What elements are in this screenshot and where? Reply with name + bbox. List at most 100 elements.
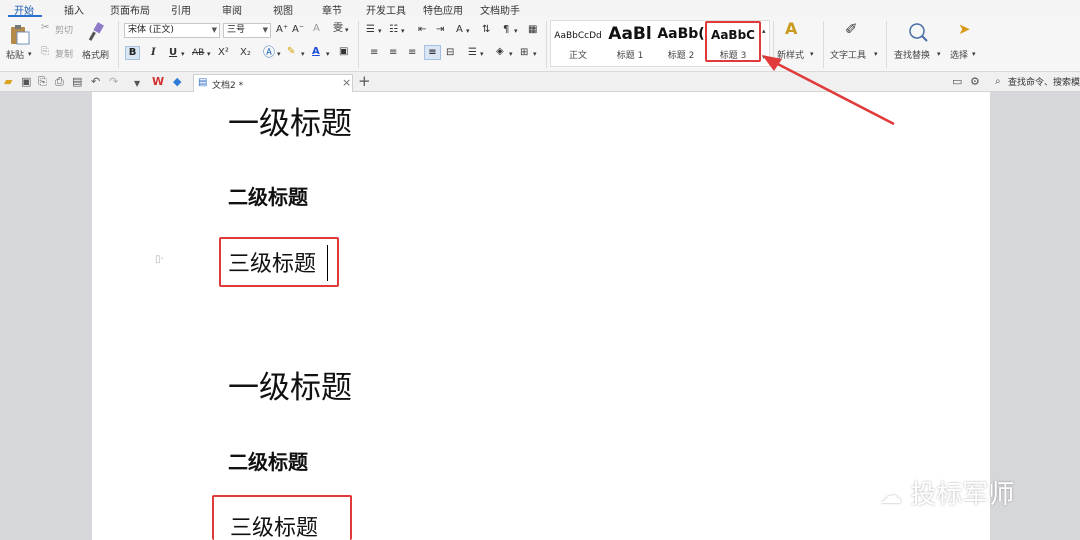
format-painter-icon[interactable]: [88, 22, 106, 42]
paste-button[interactable]: 粘贴: [6, 48, 24, 61]
chevron-down-icon[interactable]: ▾: [401, 25, 405, 37]
text-effect-icon[interactable]: Ⓐ: [263, 46, 275, 58]
sort-icon[interactable]: ⇅: [482, 24, 490, 36]
chevron-down-icon[interactable]: ▾: [378, 25, 382, 37]
highlight-icon[interactable]: ✎: [287, 46, 295, 58]
chevron-down-icon[interactable]: ▾: [345, 24, 349, 36]
tab-insert[interactable]: 插入: [64, 2, 84, 17]
heading-2[interactable]: 二级标题: [228, 446, 308, 475]
tab-doc-assistant[interactable]: 文档助手: [480, 2, 520, 17]
chevron-down-icon[interactable]: ▾: [181, 48, 185, 60]
find-replace-icon[interactable]: [908, 22, 928, 42]
borders-icon[interactable]: ⊞: [520, 47, 528, 59]
print-preview-icon[interactable]: ▤: [72, 75, 82, 88]
heading-1[interactable]: 一级标题: [228, 98, 352, 143]
decrease-indent-icon[interactable]: ⇤: [418, 24, 426, 36]
underline-button[interactable]: U: [169, 47, 177, 59]
tab-review[interactable]: 审阅: [222, 2, 242, 17]
print-icon[interactable]: ⎙: [55, 75, 64, 88]
grow-font-button[interactable]: A⁺: [276, 24, 288, 36]
customize-dropdown-icon[interactable]: ▼: [134, 77, 140, 90]
new-tab-plus-icon[interactable]: +: [358, 73, 371, 90]
chinese-layout-icon[interactable]: A: [456, 24, 463, 36]
quick-access-bar: ▰ ▣ ⎘ ⎙ ▤ ↶ ↷ ▼ W ◆ ▭ ⚙ ⌕ 查找命令、搜索模板: [0, 72, 1080, 92]
increase-indent-icon[interactable]: ⇥: [436, 24, 444, 36]
style-heading-1[interactable]: AaBl 标题 1: [605, 21, 655, 65]
align-center-icon[interactable]: ≡: [389, 47, 397, 59]
chevron-down-icon[interactable]: ▾: [533, 48, 537, 60]
paste-dropdown-icon[interactable]: ▾: [28, 48, 32, 60]
subscript-button[interactable]: X₂: [240, 47, 251, 59]
copy-button[interactable]: 复制: [55, 47, 73, 60]
feedback-icon[interactable]: ▭: [952, 75, 962, 88]
heading-2[interactable]: 二级标题: [228, 181, 308, 210]
select-cursor-icon[interactable]: ➤: [958, 22, 971, 37]
shrink-font-button[interactable]: A⁻: [292, 24, 304, 36]
bold-button[interactable]: B: [125, 46, 140, 60]
chevron-down-icon[interactable]: ▾: [937, 48, 941, 60]
paragraph-marker-icon[interactable]: ▯·: [155, 254, 164, 265]
docer-icon[interactable]: ◆: [173, 75, 181, 88]
format-painter-button[interactable]: 格式刷: [82, 48, 109, 61]
tab-references[interactable]: 引用: [171, 2, 191, 17]
style-heading-2[interactable]: AaBb( 标题 2: [656, 21, 706, 65]
undo-icon[interactable]: ↶: [91, 75, 100, 88]
document-page[interactable]: [92, 92, 990, 540]
highlight-box-heading-3-text: [219, 237, 339, 287]
bullet-list-icon[interactable]: ☰: [366, 24, 375, 36]
close-icon[interactable]: ×: [342, 76, 351, 89]
tab-developer[interactable]: 开发工具: [366, 2, 406, 17]
pinyin-guide-button[interactable]: 雯: [333, 23, 343, 35]
chevron-down-icon[interactable]: ▾: [326, 48, 330, 60]
justify-icon[interactable]: ≡: [424, 45, 441, 60]
shading-icon[interactable]: ◈: [496, 46, 504, 58]
font-name-select[interactable]: 宋体 (正文) ▼: [124, 23, 220, 38]
chevron-down-icon[interactable]: ▾: [301, 48, 305, 60]
copy-icon[interactable]: ⎘: [41, 46, 49, 58]
table-grid-icon[interactable]: ▦: [528, 24, 537, 36]
settings-icon[interactable]: ⚙: [970, 75, 980, 88]
chevron-down-icon[interactable]: ▾: [466, 25, 470, 37]
char-border-icon[interactable]: ▣: [339, 46, 348, 58]
text-tools-icon[interactable]: ✐: [845, 22, 858, 37]
chevron-down-icon[interactable]: ▾: [277, 48, 281, 60]
scissors-icon[interactable]: ✂: [41, 22, 49, 34]
font-color-icon[interactable]: A: [312, 46, 320, 58]
cut-button[interactable]: 剪切: [55, 23, 73, 36]
numbered-list-icon[interactable]: ☷: [389, 24, 398, 36]
gallery-up-icon[interactable]: ▴: [762, 25, 766, 37]
italic-button[interactable]: I: [151, 47, 156, 59]
wps-logo-icon[interactable]: W: [152, 75, 164, 88]
font-size-value: 三号: [227, 25, 246, 35]
line-spacing-icon[interactable]: ☰: [468, 47, 477, 59]
export-icon[interactable]: ⎘: [38, 75, 47, 88]
command-search-input[interactable]: 查找命令、搜索模板: [1008, 77, 1080, 90]
select-button[interactable]: 选择: [950, 48, 968, 61]
redo-icon[interactable]: ↷: [109, 75, 118, 88]
chevron-down-icon[interactable]: ▾: [480, 48, 484, 60]
save-icon[interactable]: ▣: [21, 75, 31, 88]
align-right-icon[interactable]: ≡: [408, 47, 416, 59]
chevron-down-icon[interactable]: ▾: [207, 48, 211, 60]
distribute-icon[interactable]: ⊟: [446, 47, 454, 59]
tab-chapter[interactable]: 章节: [322, 2, 342, 17]
new-style-icon[interactable]: A: [785, 21, 797, 37]
paste-icon[interactable]: [8, 23, 30, 45]
tab-special[interactable]: 特色应用: [423, 2, 463, 17]
tab-page-layout[interactable]: 页面布局: [110, 2, 150, 17]
chevron-down-icon[interactable]: ▾: [514, 25, 518, 37]
chevron-down-icon[interactable]: ▾: [972, 48, 976, 60]
clear-format-button[interactable]: A: [313, 23, 320, 35]
tab-view[interactable]: 视图: [273, 2, 293, 17]
document-tab[interactable]: ▤ 文档2 * ×: [193, 74, 353, 92]
style-normal[interactable]: AaBbCcDd 正文: [553, 21, 603, 65]
align-left-icon[interactable]: ≡: [370, 47, 378, 59]
right-gutter: [990, 92, 1080, 540]
superscript-button[interactable]: X²: [218, 47, 229, 59]
font-size-select[interactable]: 三号 ▼: [223, 23, 271, 38]
open-folder-icon[interactable]: ▰: [4, 75, 12, 88]
show-marks-icon[interactable]: ¶: [503, 24, 509, 36]
heading-1[interactable]: 一级标题: [228, 362, 352, 407]
chevron-down-icon[interactable]: ▾: [509, 48, 513, 60]
strikethrough-button[interactable]: AB: [192, 47, 204, 59]
